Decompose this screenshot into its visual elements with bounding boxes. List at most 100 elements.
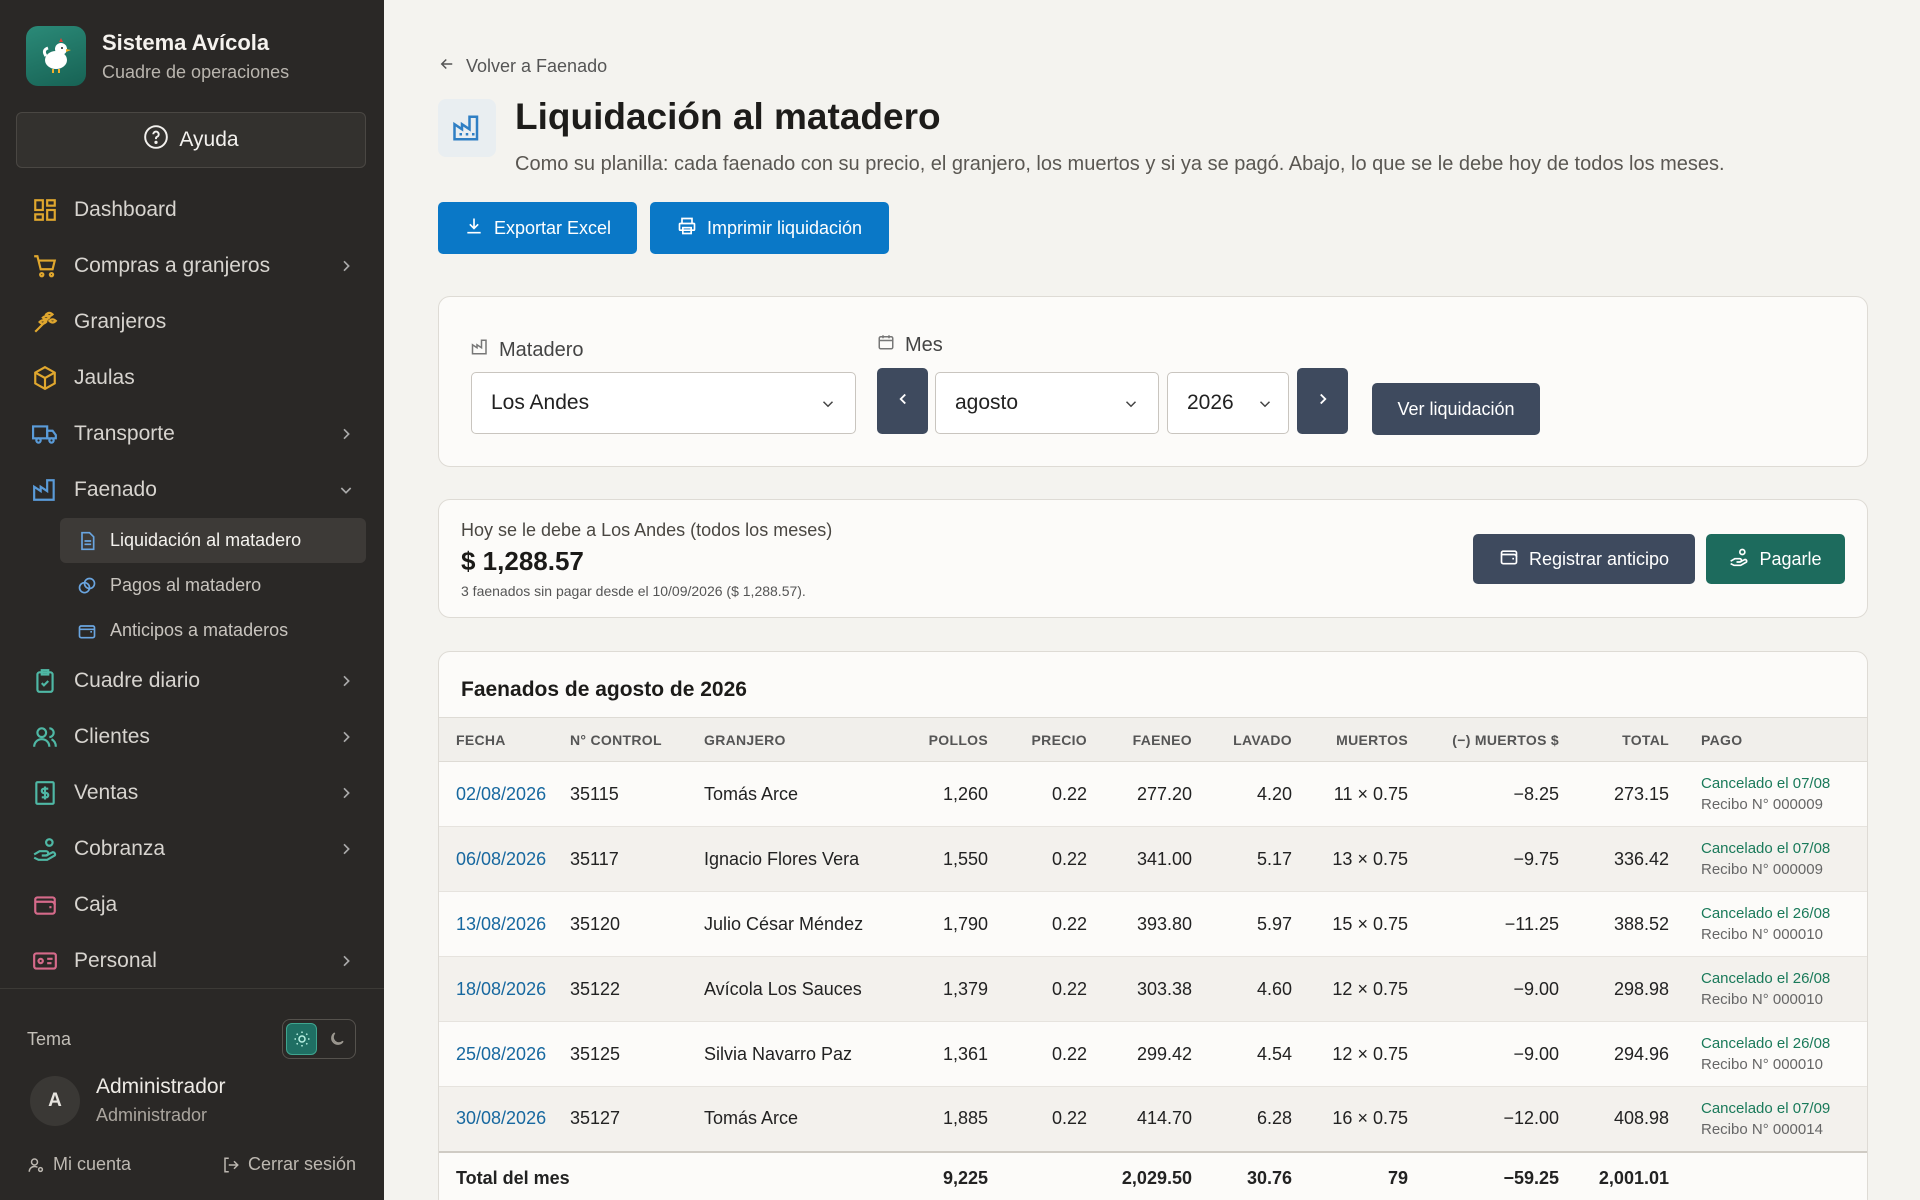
sidebar-subitem-label: Anticipos a mataderos: [110, 620, 289, 640]
sidebar-item-cobranza[interactable]: Cobranza: [16, 821, 366, 877]
logout-label: Cerrar sesión: [247, 1154, 356, 1174]
table-header-row: FECHA N° CONTROL GRANJERO POLLOS PRECIO …: [439, 717, 1867, 762]
total-muertos: 79: [1292, 1150, 1408, 1200]
brand: Sistema Avícola Cuadre de operaciones: [26, 26, 289, 86]
sidebar-item-caja[interactable]: Caja: [16, 877, 366, 933]
export-excel-button[interactable]: Exportar Excel: [438, 202, 637, 254]
sidebar-item-transporte[interactable]: Transporte: [16, 406, 366, 462]
chevron-right-icon: [336, 671, 356, 691]
theme-toggle[interactable]: [282, 1019, 356, 1059]
fecha-link[interactable]: 02/08/2026: [456, 784, 546, 804]
col-faeneo[interactable]: FAENEO: [1087, 717, 1192, 762]
id-card-icon: [30, 946, 60, 976]
control-cell: 35115: [570, 761, 704, 827]
sidebar-item-label: Compras a granjeros: [74, 254, 271, 277]
total-faeneo: 2,029.50: [1087, 1150, 1192, 1200]
sidebar-item-granjeros[interactable]: Granjeros: [16, 294, 366, 350]
col-muertos-monto[interactable]: (−) MUERTOS $: [1408, 717, 1559, 762]
help-button[interactable]: Ayuda: [16, 112, 366, 168]
muertos-monto-cell: −11.25: [1408, 891, 1559, 957]
sidebar-item-compras[interactable]: Compras a granjeros: [16, 238, 366, 294]
col-lavado[interactable]: LAVADO: [1192, 717, 1292, 762]
col-fecha[interactable]: FECHA: [439, 717, 570, 762]
sidebar-footer: Tema A Administrador Administrador Mi cu…: [0, 988, 384, 1200]
precio-cell: 0.22: [988, 891, 1087, 957]
prev-month-button[interactable]: [877, 368, 928, 434]
sidebar-subitem-pagos[interactable]: Pagos al matadero: [60, 563, 366, 608]
col-granjero[interactable]: GRANJERO: [704, 717, 884, 762]
debt-note: 3 faenados sin pagar desde el 10/09/2026…: [461, 583, 806, 599]
month-select[interactable]: agosto: [935, 372, 1159, 434]
muertos-monto-cell: −9.00: [1408, 956, 1559, 1022]
fecha-link[interactable]: 13/08/2026: [456, 914, 546, 934]
precio-cell: 0.22: [988, 1086, 1087, 1152]
faeneo-cell: 299.42: [1087, 1021, 1192, 1087]
lavado-cell: 5.17: [1192, 826, 1292, 892]
sidebar-item-label: Dashboard: [74, 198, 177, 221]
granjero-cell: Julio César Méndez: [704, 891, 884, 957]
pago-status: Cancelado el 26/08: [1701, 905, 1831, 922]
chevron-down-icon: [1122, 395, 1140, 419]
sidebar-item-cuadre-diario[interactable]: Cuadre diario: [16, 653, 366, 709]
pollos-cell: 1,885: [884, 1086, 988, 1152]
sidebar-item-ventas[interactable]: Ventas: [16, 765, 366, 821]
precio-cell: 0.22: [988, 761, 1087, 827]
back-link[interactable]: Volver a Faenado: [438, 55, 607, 78]
main-nav: Dashboard Compras a granjeros Granjeros …: [16, 182, 366, 989]
chevron-right-icon: [336, 951, 356, 971]
page-description: Como su planilla: cada faenado con su pr…: [515, 153, 1725, 175]
print-button[interactable]: Imprimir liquidación: [650, 202, 889, 254]
total-cell: 336.42: [1559, 826, 1669, 892]
next-month-button[interactable]: [1297, 368, 1348, 434]
sidebar-item-label: Granjeros: [74, 310, 167, 333]
col-pollos[interactable]: POLLOS: [884, 717, 988, 762]
moon-icon[interactable]: [321, 1023, 352, 1055]
chevron-right-icon: [336, 424, 356, 444]
year-select[interactable]: 2026: [1167, 372, 1289, 434]
fecha-link[interactable]: 30/08/2026: [456, 1108, 546, 1128]
pago-status: Cancelado el 07/08: [1701, 840, 1831, 857]
sidebar-item-label: Caja: [74, 893, 118, 916]
logout-link[interactable]: Cerrar sesión: [222, 1154, 356, 1175]
granjero-cell: Ignacio Flores Vera: [704, 826, 884, 892]
col-control[interactable]: N° CONTROL: [570, 717, 704, 762]
sidebar-item-label: Cuadre diario: [74, 669, 201, 692]
sidebar-subitem-anticipos[interactable]: Anticipos a mataderos: [60, 608, 366, 653]
faeneo-cell: 393.80: [1087, 891, 1192, 957]
calendar-icon: [877, 333, 895, 357]
logout-icon: [222, 1156, 240, 1174]
matadero-select[interactable]: Los Andes: [471, 372, 856, 434]
sidebar-item-clientes[interactable]: Clientes: [16, 709, 366, 765]
fecha-link[interactable]: 18/08/2026: [456, 979, 546, 999]
col-total[interactable]: TOTAL: [1559, 717, 1669, 762]
chevron-down-icon: [336, 480, 356, 500]
sidebar-item-faenado[interactable]: Faenado: [16, 462, 366, 518]
precio-cell: 0.22: [988, 1021, 1087, 1087]
lavado-cell: 4.60: [1192, 956, 1292, 1022]
receipt-dollar-icon: [30, 778, 60, 808]
chevron-right-icon: [336, 783, 356, 803]
debt-label: Hoy se le debe a Los Andes (todos los me…: [461, 520, 833, 540]
total-cell: 408.98: [1559, 1086, 1669, 1152]
mes-label-text: Mes: [905, 333, 943, 356]
sun-icon[interactable]: [286, 1023, 318, 1055]
col-pago[interactable]: PAGO: [1669, 717, 1867, 762]
sidebar-subitem-liquidacion[interactable]: Liquidación al matadero: [60, 518, 366, 563]
pagarle-button[interactable]: Pagarle: [1706, 534, 1845, 584]
precio-cell: 0.22: [988, 956, 1087, 1022]
question-circle-icon: [143, 124, 169, 156]
control-cell: 35122: [570, 956, 704, 1022]
pago-recibo: Recibo N° 000014: [1701, 1120, 1823, 1138]
sidebar-item-jaulas[interactable]: Jaulas: [16, 350, 366, 406]
fecha-link[interactable]: 06/08/2026: [456, 849, 546, 869]
chevron-down-icon: [819, 395, 837, 419]
sidebar-item-dashboard[interactable]: Dashboard: [16, 182, 366, 238]
registrar-anticipo-button[interactable]: Registrar anticipo: [1473, 534, 1695, 584]
my-account-link[interactable]: Mi cuenta: [27, 1154, 131, 1175]
fecha-link[interactable]: 25/08/2026: [456, 1044, 546, 1064]
ver-liquidacion-button[interactable]: Ver liquidación: [1372, 383, 1540, 435]
sidebar-item-personal[interactable]: Personal: [16, 933, 366, 989]
col-precio[interactable]: PRECIO: [988, 717, 1087, 762]
col-muertos[interactable]: MUERTOS: [1292, 717, 1408, 762]
lavado-cell: 6.28: [1192, 1086, 1292, 1152]
